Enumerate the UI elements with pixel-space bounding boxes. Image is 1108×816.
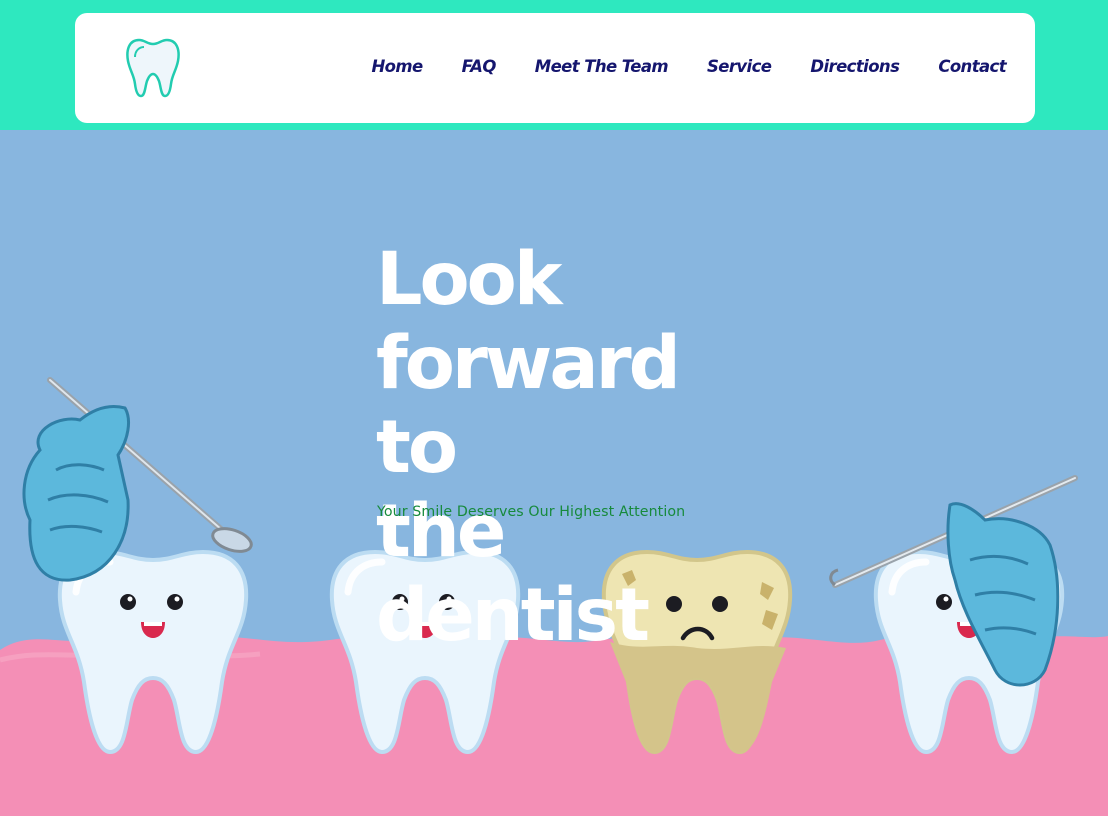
nav-home[interactable]: Home bbox=[371, 55, 423, 79]
nav-faq[interactable]: FAQ bbox=[462, 55, 497, 79]
hero-section: Look forward to the dentist Your Smile D… bbox=[0, 130, 1108, 816]
nav-directions[interactable]: Directions bbox=[810, 55, 900, 79]
navigation-bar: Home FAQ Meet The Team Service Direction… bbox=[75, 13, 1035, 123]
nav-service[interactable]: Service bbox=[707, 55, 772, 79]
main-nav: Home FAQ Meet The Team Service Direction… bbox=[332, 55, 1006, 79]
nav-meet-the-team[interactable]: Meet The Team bbox=[535, 55, 669, 79]
hero-title: Look forward to the dentist bbox=[376, 238, 706, 658]
hero-title-line: Look bbox=[376, 237, 562, 322]
gloved-hand-with-mirror-icon bbox=[22, 377, 253, 582]
hero-title-line: forward to bbox=[376, 321, 681, 490]
header-band: Home FAQ Meet The Team Service Direction… bbox=[0, 0, 1108, 130]
hero-subtitle: Your Smile Deserves Our Highest Attentio… bbox=[377, 504, 686, 520]
tooth-logo-icon[interactable] bbox=[125, 37, 181, 99]
nav-contact[interactable]: Contact bbox=[938, 55, 1006, 79]
